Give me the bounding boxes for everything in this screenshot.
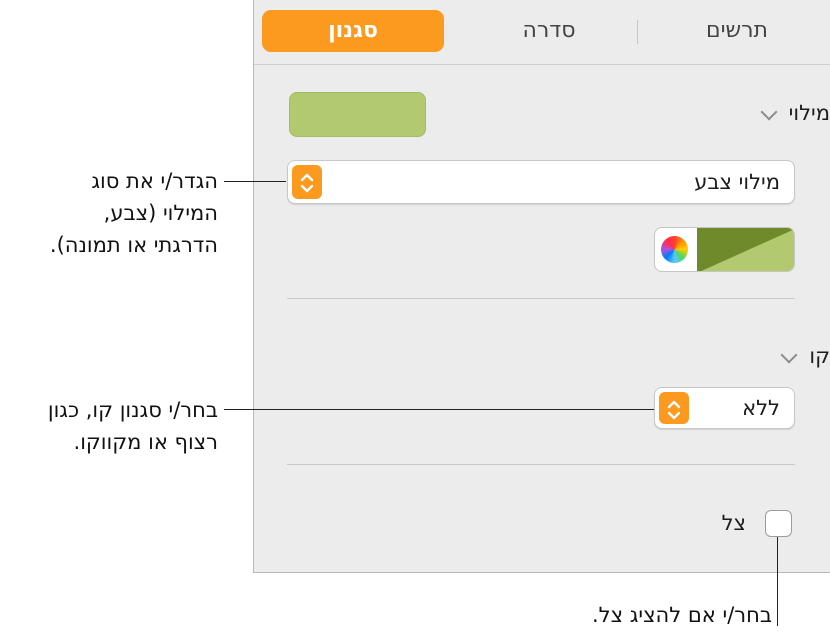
chevron-down-icon	[760, 103, 778, 121]
section-divider	[287, 298, 795, 299]
callout-line: הגדר/י את סוג	[91, 169, 218, 193]
tab-separator	[637, 20, 638, 44]
fill-color-swatch[interactable]	[289, 92, 426, 137]
fill-type-popup[interactable]: מילוי צבע	[287, 160, 795, 204]
callout-shadow: בחר/י אם להציג צל.	[592, 599, 772, 631]
popup-stepper-icon	[659, 392, 689, 424]
callout-fill-type: הגדר/י את סוג המילוי (צבע, הדרגתי או תמו…	[50, 165, 218, 261]
section-divider	[287, 464, 795, 465]
chevron-down-icon	[780, 346, 798, 364]
fill-header-label: מילוי	[788, 101, 830, 125]
tab-style[interactable]: סגנון	[262, 10, 444, 52]
callout-leader-shadow	[777, 537, 778, 626]
line-header-label: קו	[809, 344, 830, 368]
callout-line-style: בחר/י סגנון קו, כגון רצוף או מקווקו.	[48, 394, 218, 458]
callout-leader-line	[224, 409, 654, 410]
format-inspector: סגנון סדרה תרשים מילוי מילוי צבע קו ללא	[253, 0, 830, 573]
callout-line: המילוי (צבע,	[103, 201, 218, 225]
color-wheel-icon[interactable]	[661, 236, 688, 263]
tab-chart[interactable]: תרשים	[652, 10, 822, 52]
fill-type-value: מילוי צבע	[694, 170, 780, 194]
callout-line: רצוף או מקווקו.	[73, 430, 218, 454]
shadow-checkbox[interactable]	[765, 510, 792, 537]
tab-bar: סגנון סדרה תרשים	[254, 0, 830, 65]
callout-line: הדרגתי או תמונה).	[49, 233, 218, 257]
line-section-header[interactable]: קו	[773, 341, 830, 371]
callout-line: בחר/י אם להציג צל.	[591, 603, 772, 627]
fill-section-header[interactable]: מילוי	[753, 98, 830, 128]
line-style-popup[interactable]: ללא	[654, 387, 795, 429]
callout-leader-fill	[224, 181, 286, 182]
line-style-value: ללא	[742, 396, 780, 420]
shadow-label: צל	[721, 511, 746, 535]
callout-line: בחר/י סגנון קו, כגון	[47, 398, 218, 422]
fill-gradient-swatch[interactable]	[697, 228, 794, 271]
tab-series[interactable]: סדרה	[469, 10, 629, 52]
popup-stepper-icon	[292, 165, 322, 199]
fill-color-well[interactable]	[654, 227, 795, 272]
